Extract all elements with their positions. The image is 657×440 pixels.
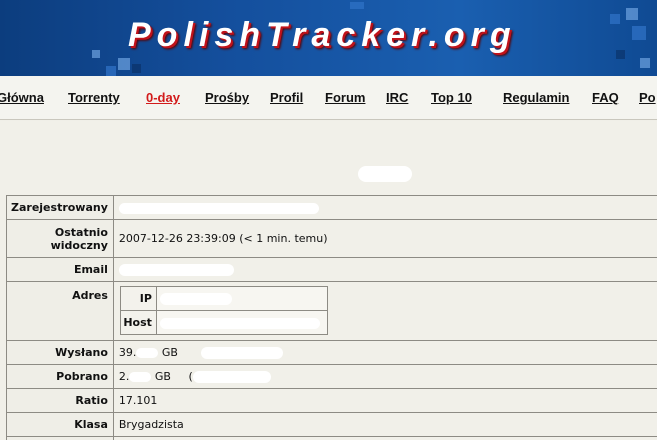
downloaded-amount: 2. bbox=[118, 370, 130, 383]
email-value bbox=[112, 257, 657, 282]
uploaded-amount: 39. bbox=[118, 346, 137, 359]
registered-label: Zarejestrowany bbox=[6, 195, 114, 220]
redacted-block bbox=[159, 317, 320, 329]
next-row-value bbox=[112, 436, 657, 440]
registered-value bbox=[112, 195, 657, 220]
nav-item-faq[interactable]: FAQ bbox=[592, 90, 619, 105]
host-label: Host bbox=[119, 310, 157, 335]
redacted-block bbox=[118, 264, 234, 276]
nav-item-profil[interactable]: Profil bbox=[270, 90, 303, 105]
redacted-block bbox=[118, 202, 319, 214]
redacted-block bbox=[159, 293, 232, 305]
email-label: Email bbox=[6, 257, 114, 282]
last-seen-value: 2007-12-26 23:39:09 (< 1 min. temu) bbox=[112, 219, 657, 258]
nav-item-0-day[interactable]: 0-day bbox=[146, 90, 180, 105]
host-value bbox=[155, 310, 328, 335]
redacted-block bbox=[129, 372, 152, 382]
redacted-block bbox=[201, 347, 284, 359]
main-nav: Główna Torrenty 0-day Prośby Profil Foru… bbox=[0, 76, 657, 120]
nav-item-irc[interactable]: IRC bbox=[386, 90, 408, 105]
ip-value bbox=[155, 286, 328, 311]
nav-item-more[interactable]: Po bbox=[639, 90, 656, 105]
last-seen-label: Ostatnio widoczny bbox=[6, 219, 114, 258]
nav-item-regulamin[interactable]: Regulamin bbox=[503, 90, 569, 105]
nav-item-glowna[interactable]: Główna bbox=[0, 90, 44, 105]
uploaded-unit: GB bbox=[161, 346, 178, 359]
address-value: IP Host bbox=[112, 281, 657, 341]
user-details-table: Zarejestrowany Ostatnio widoczny 2007-12… bbox=[6, 195, 657, 440]
uploaded-value: 39. GB bbox=[112, 340, 657, 365]
address-label: Adres bbox=[6, 281, 114, 341]
downloaded-label: Pobrano bbox=[6, 364, 114, 389]
site-logo[interactable]: PolishTracker.org bbox=[128, 16, 517, 55]
class-label: Klasa bbox=[6, 412, 114, 437]
nav-item-top10[interactable]: Top 10 bbox=[431, 90, 472, 105]
redacted-block bbox=[192, 371, 271, 383]
nav-item-forum[interactable]: Forum bbox=[325, 90, 365, 105]
ip-label: IP bbox=[119, 286, 157, 311]
redacted-username bbox=[358, 166, 412, 182]
ratio-value: 17.101 bbox=[112, 388, 657, 413]
downloaded-value: 2. GB ( bbox=[112, 364, 657, 389]
address-subtable: IP Host bbox=[119, 286, 328, 335]
uploaded-label: Wysłano bbox=[6, 340, 114, 365]
next-row-label bbox=[6, 436, 114, 440]
redacted-block bbox=[136, 348, 159, 358]
downloaded-unit: GB bbox=[154, 370, 171, 383]
nav-item-prosby[interactable]: Prośby bbox=[205, 90, 249, 105]
header-banner: PolishTracker.org bbox=[0, 0, 657, 76]
class-value: Brygadzista bbox=[112, 412, 657, 437]
ratio-label: Ratio bbox=[6, 388, 114, 413]
nav-item-torrenty[interactable]: Torrenty bbox=[68, 90, 120, 105]
